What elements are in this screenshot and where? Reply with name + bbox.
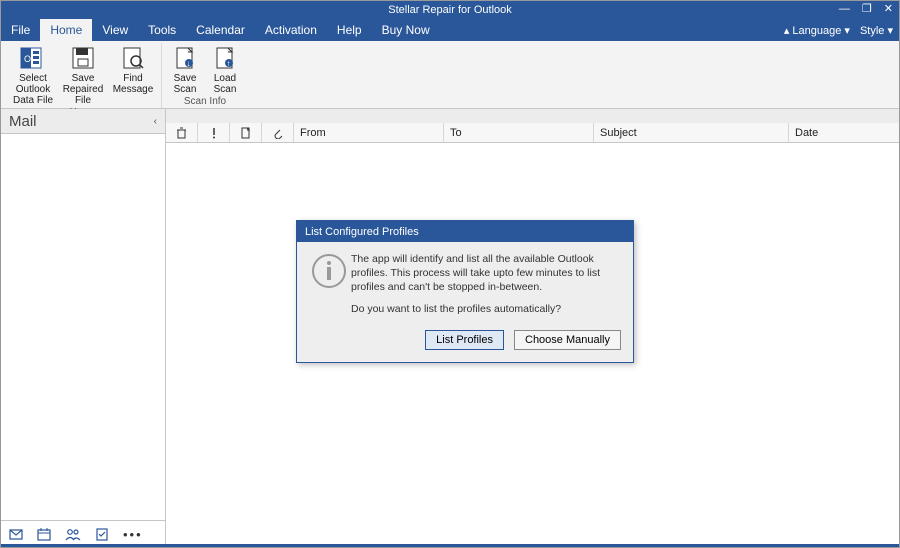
menu-view[interactable]: View — [92, 19, 138, 41]
dialog-text: The app will identify and list all the a… — [351, 252, 621, 324]
navigation-pane: Mail ‹ ••• — [1, 109, 166, 547]
find-message-button[interactable]: Find Message — [109, 43, 157, 106]
list-profiles-dialog: List Configured Profiles The app will id… — [296, 220, 634, 363]
ribbon-group-label: Scan Info — [184, 95, 226, 108]
choose-manually-button[interactable]: Choose Manually — [514, 330, 621, 350]
col-importance[interactable] — [198, 123, 230, 142]
language-dropdown[interactable]: ▴ Language ▾ — [784, 24, 850, 37]
paperclip-icon — [273, 127, 283, 139]
nav-title: Mail — [9, 113, 37, 130]
importance-icon — [211, 127, 217, 139]
ribbon-btn-label: Load Scan — [208, 73, 242, 95]
save-repaired-file-button[interactable]: Save Repaired File — [59, 43, 107, 106]
save-icon — [70, 45, 96, 71]
folder-tree[interactable] — [1, 134, 165, 520]
menu-home[interactable]: Home — [40, 19, 92, 41]
col-attachment[interactable] — [262, 123, 294, 142]
mail-icon[interactable] — [9, 527, 23, 541]
ribbon-group-scan-info: ↓ Save Scan ↑ Load Scan Scan Info — [162, 43, 248, 108]
menu-bar: File Home View Tools Calendar Activation… — [1, 19, 899, 41]
menu-tools[interactable]: Tools — [138, 19, 186, 41]
people-icon[interactable] — [65, 527, 81, 541]
collapse-nav-icon[interactable]: ‹ — [154, 116, 157, 127]
minimize-button[interactable]: — — [839, 2, 850, 16]
more-icon[interactable]: ••• — [123, 527, 143, 542]
app-title: Stellar Repair for Outlook — [388, 4, 512, 16]
svg-text:↑: ↑ — [227, 59, 231, 68]
col-from[interactable]: From — [294, 123, 444, 142]
nav-header: Mail ‹ — [1, 109, 165, 134]
menu-file[interactable]: File — [1, 19, 40, 41]
ribbon-btn-label: Save Scan — [168, 73, 202, 95]
col-to[interactable]: To — [444, 123, 594, 142]
col-delete[interactable] — [166, 123, 198, 142]
col-date[interactable]: Date — [789, 123, 899, 142]
save-scan-button[interactable]: ↓ Save Scan — [166, 43, 204, 95]
nav-footer: ••• — [1, 520, 165, 547]
title-bar: Stellar Repair for Outlook — ❐ ✕ — [1, 1, 899, 19]
close-button[interactable]: ✕ — [884, 2, 893, 16]
ribbon: O Select Outlook Data File Save Repaired… — [1, 41, 899, 109]
svg-text:O: O — [24, 54, 31, 64]
status-bar — [1, 544, 899, 547]
menu-activation[interactable]: Activation — [255, 19, 327, 41]
page-icon — [241, 127, 251, 139]
menu-buy-now[interactable]: Buy Now — [372, 19, 440, 41]
column-header-spacer — [166, 109, 899, 123]
dialog-line2: Do you want to list the profiles automat… — [351, 302, 621, 316]
svg-text:↓: ↓ — [187, 59, 191, 68]
ribbon-btn-label: Find Message — [111, 73, 155, 95]
save-scan-icon: ↓ — [173, 45, 197, 71]
col-subject[interactable]: Subject — [594, 123, 789, 142]
select-outlook-data-file-button[interactable]: O Select Outlook Data File — [9, 43, 57, 106]
outlook-file-icon: O — [20, 45, 46, 71]
ribbon-btn-label: Select Outlook Data File — [11, 73, 55, 106]
load-scan-icon: ↑ — [213, 45, 237, 71]
trash-icon — [176, 127, 187, 139]
column-headers: From To Subject Date — [166, 123, 899, 143]
find-icon — [120, 45, 146, 71]
info-icon — [307, 252, 351, 324]
menu-help[interactable]: Help — [327, 19, 372, 41]
ribbon-group-home: O Select Outlook Data File Save Repaired… — [5, 43, 162, 108]
dialog-line1: The app will identify and list all the a… — [351, 252, 621, 294]
style-dropdown[interactable]: Style ▾ — [860, 24, 893, 37]
load-scan-button[interactable]: ↑ Load Scan — [206, 43, 244, 95]
window-controls: — ❐ ✕ — [839, 2, 893, 16]
menu-calendar[interactable]: Calendar — [186, 19, 255, 41]
maximize-button[interactable]: ❐ — [862, 2, 872, 16]
list-profiles-button[interactable]: List Profiles — [425, 330, 504, 350]
ribbon-btn-label: Save Repaired File — [61, 73, 105, 106]
tasks-icon[interactable] — [95, 527, 109, 541]
dialog-title: List Configured Profiles — [297, 221, 633, 242]
calendar-icon[interactable] — [37, 527, 51, 541]
col-icon[interactable] — [230, 123, 262, 142]
